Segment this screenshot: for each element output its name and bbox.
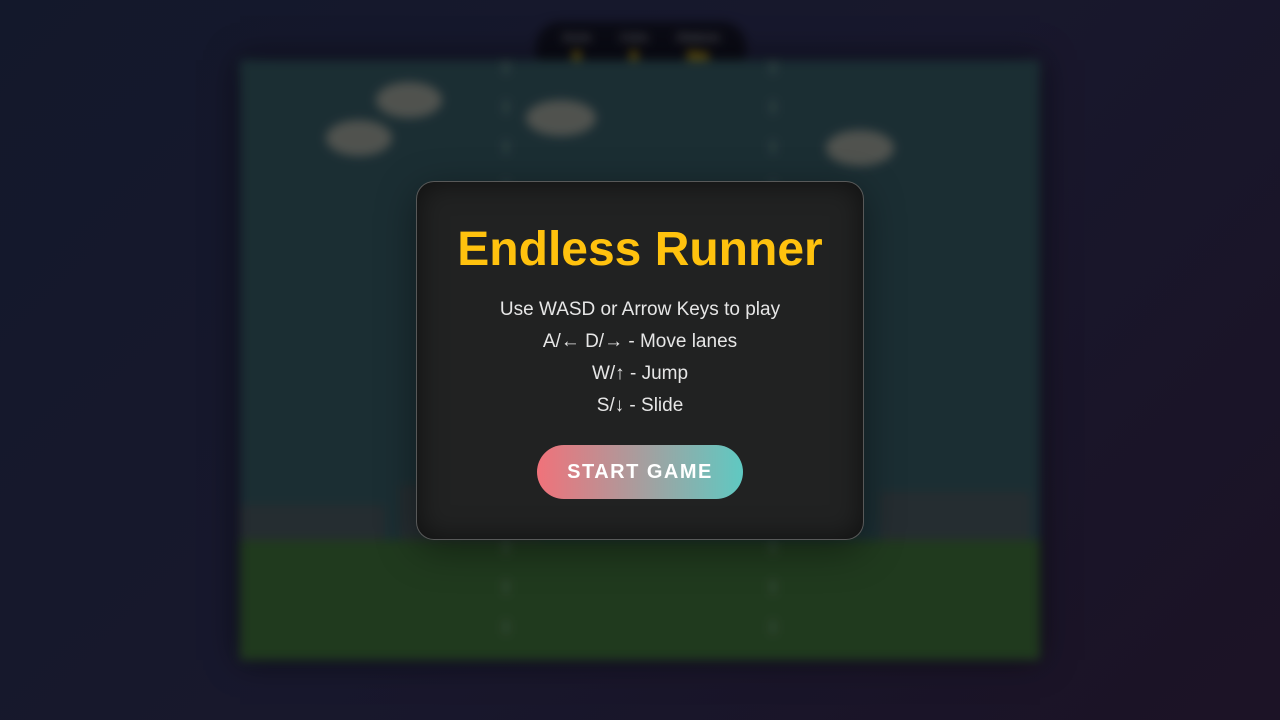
- start-game-button[interactable]: START GAME: [537, 445, 743, 499]
- instructions: Use WASD or Arrow Keys to play A/← D/→ -…: [417, 294, 863, 422]
- instruction-line: A/← D/→ - Move lanes: [542, 331, 738, 352]
- instruction-line: Use WASD or Arrow Keys to play: [499, 299, 781, 320]
- game-title: Endless Runner: [457, 223, 823, 276]
- start-menu: Endless Runner Use WASD or Arrow Keys to…: [416, 181, 864, 540]
- instruction-line: S/↓ - Slide: [596, 395, 684, 416]
- instruction-line: W/↑ - Jump: [591, 363, 689, 384]
